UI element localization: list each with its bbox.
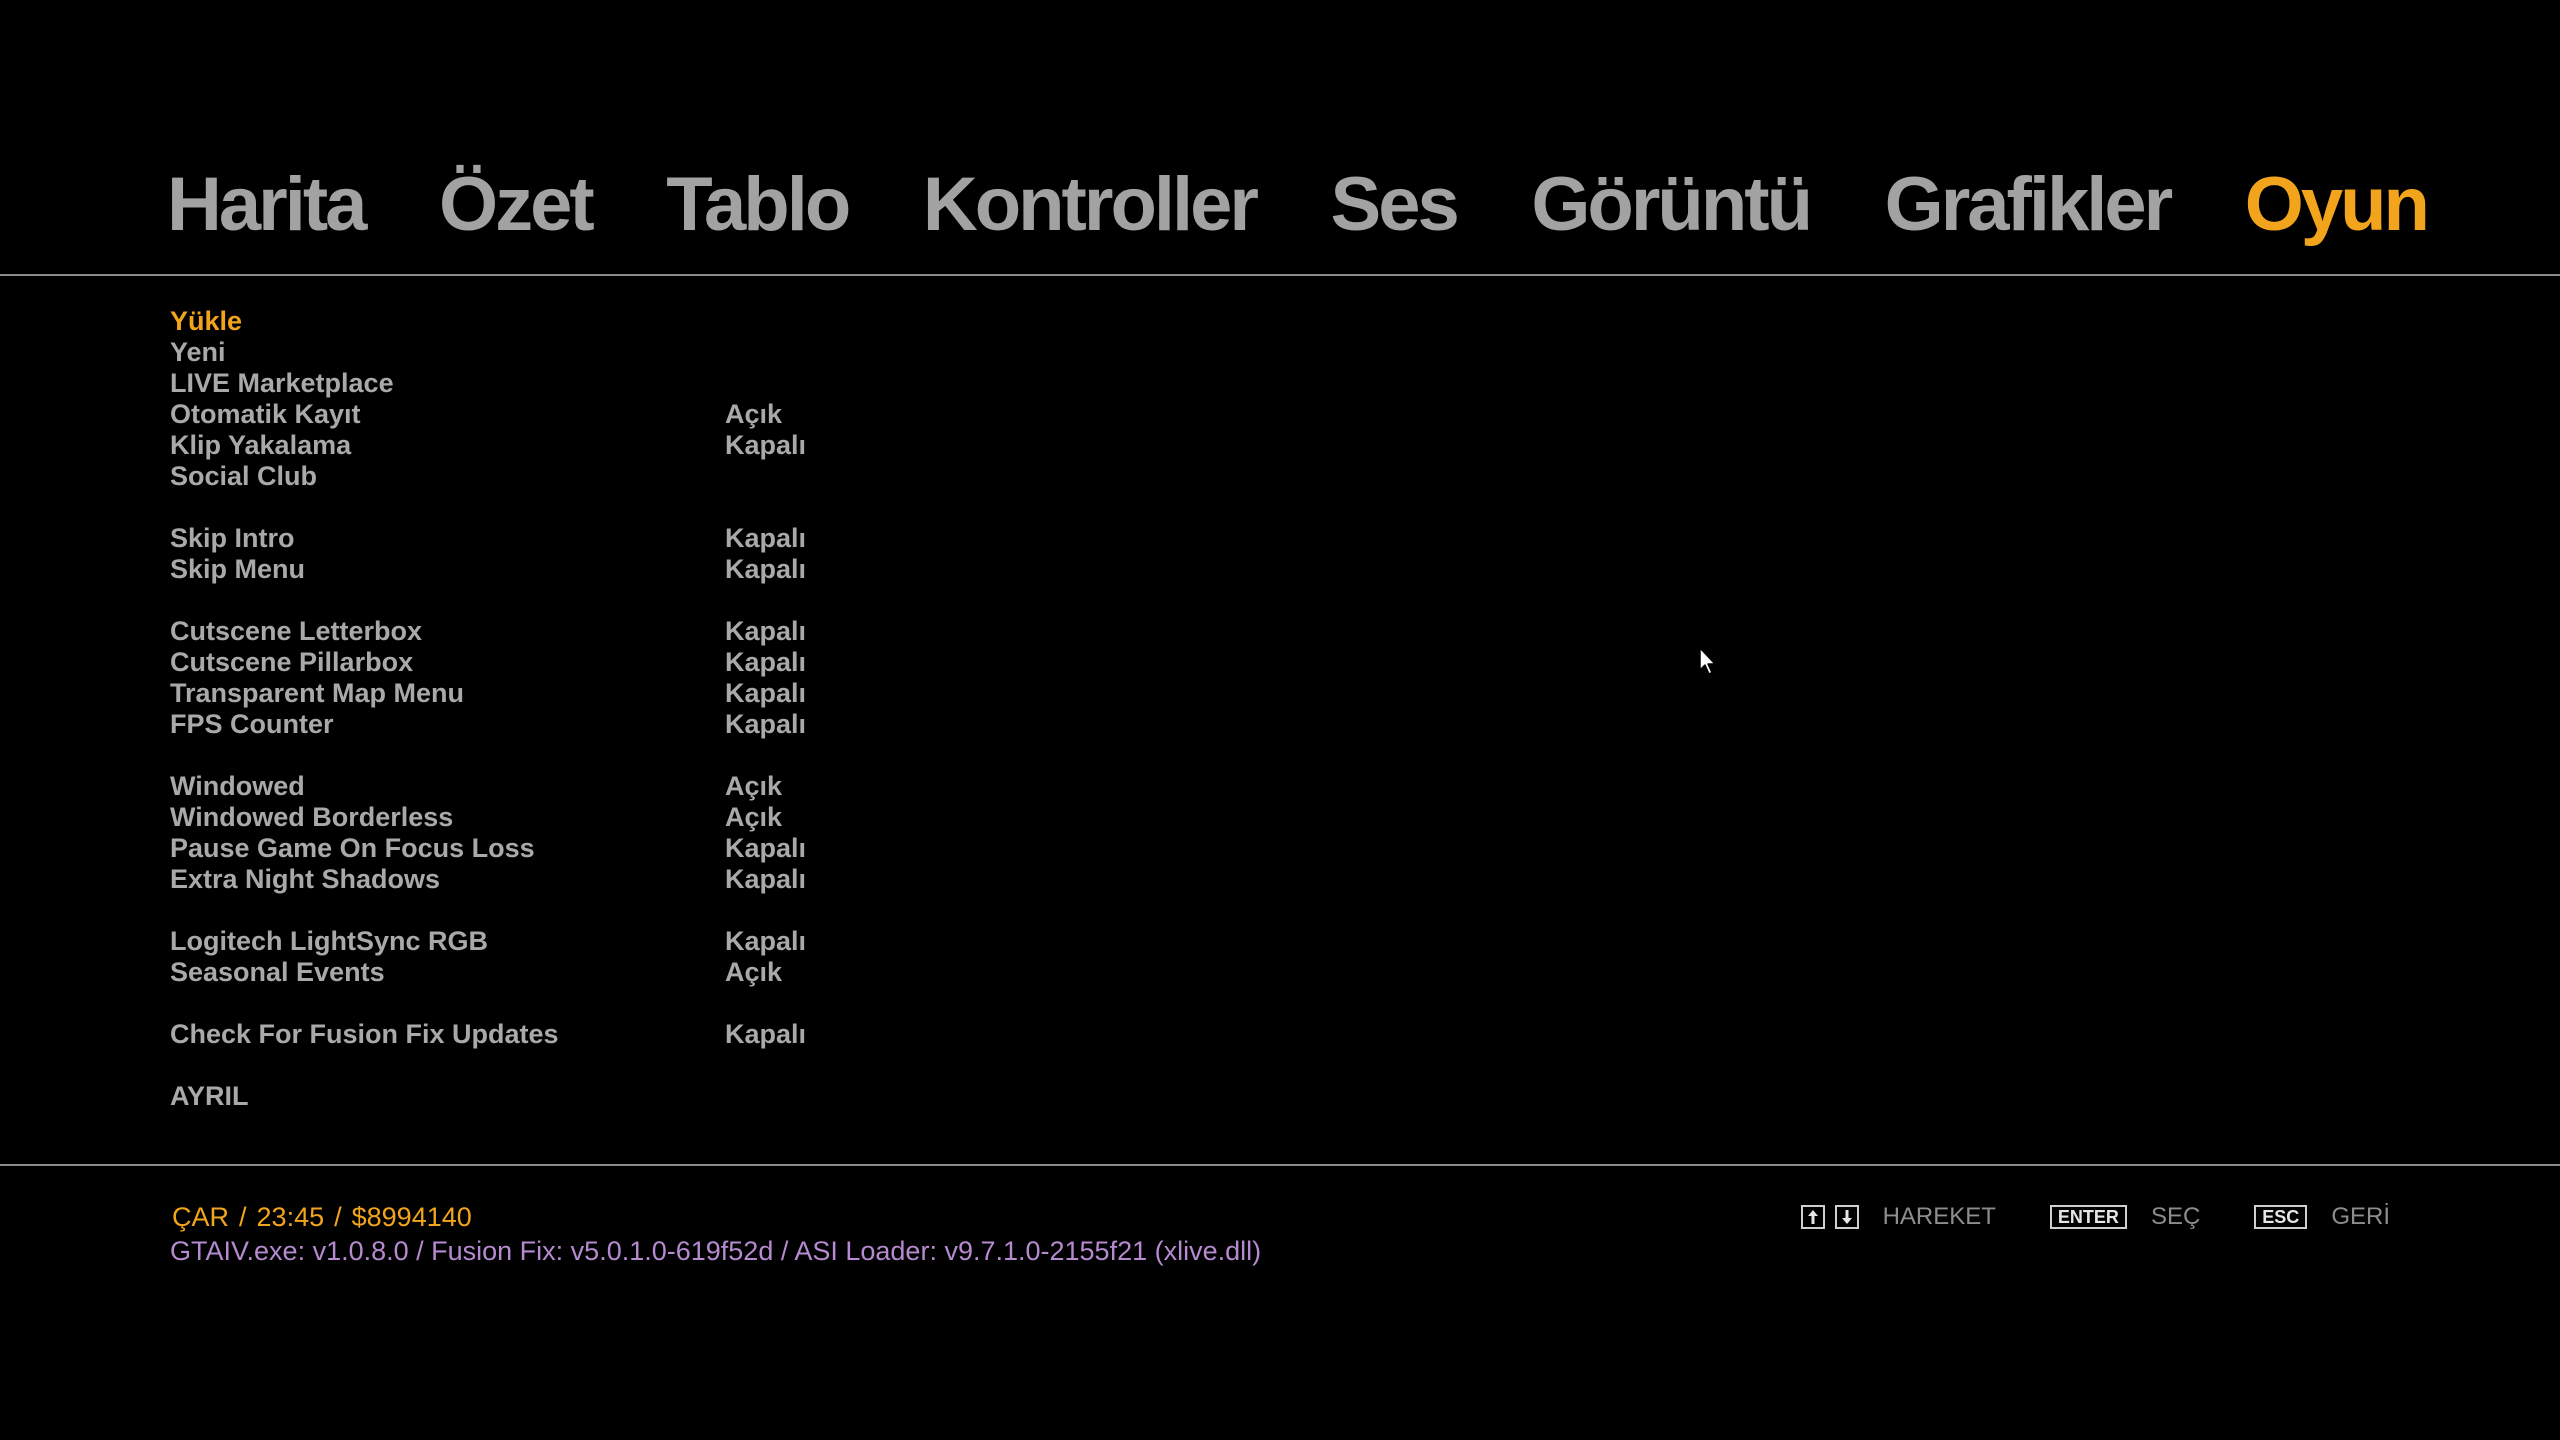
status-separator: / bbox=[334, 1202, 342, 1232]
menu-item-label: Skip Menu bbox=[170, 554, 306, 584]
arrow-up-key-icon bbox=[1800, 1205, 1825, 1229]
tab-audio[interactable]: Ses bbox=[1331, 160, 1460, 250]
control-hints: HAREKET ENTER SEÇ ESC GERİ bbox=[1800, 1200, 2390, 1234]
menu-item-label: Yükle bbox=[170, 306, 243, 336]
menu-item-label: Transparent Map Menu bbox=[170, 678, 465, 708]
status-money: $8994140 bbox=[351, 1202, 472, 1232]
menu-item-value: Kapalı bbox=[725, 554, 807, 584]
menu-item-logitech-rgb[interactable]: Logitech LightSync RGB Kapalı bbox=[170, 926, 870, 957]
menu-item-value: Kapalı bbox=[725, 926, 807, 956]
menu-item-new[interactable]: Yeni bbox=[170, 337, 870, 368]
menu-item-value: Kapalı bbox=[725, 864, 807, 894]
menu-item-value: Açık bbox=[725, 399, 783, 429]
menu-item-label: Check For Fusion Fix Updates bbox=[170, 1019, 559, 1049]
menu-item-marketplace[interactable]: LIVE Marketplace bbox=[170, 368, 870, 399]
menu-item-fusion-fix-updates[interactable]: Check For Fusion Fix Updates Kapalı bbox=[170, 1019, 870, 1050]
menu-item-value: Kapalı bbox=[725, 833, 807, 863]
menu-item-label: Klip Yakalama bbox=[170, 430, 352, 460]
menu-item-windowed-borderless[interactable]: Windowed Borderless Açık bbox=[170, 802, 870, 833]
esc-key: ESC bbox=[2254, 1205, 2308, 1229]
menu-item-value: Kapalı bbox=[725, 709, 807, 739]
menu-item-value: Kapalı bbox=[725, 678, 807, 708]
status-day: ÇAR bbox=[172, 1202, 230, 1232]
version-info: GTAIV.exe: v1.0.8.0 / Fusion Fix: v5.0.1… bbox=[170, 1236, 1262, 1266]
menu-item-windowed[interactable]: Windowed Açık bbox=[170, 771, 870, 802]
bottom-divider bbox=[0, 1164, 2560, 1166]
game-settings-menu: Yükle Yeni LIVE Marketplace Otomatik Kay… bbox=[170, 306, 870, 1112]
arrow-down-key-icon bbox=[1834, 1205, 1859, 1229]
menu-item-label: Windowed Borderless bbox=[170, 802, 454, 832]
menu-tabs: Harita Özet Tablo Kontroller Ses Görüntü… bbox=[167, 160, 2430, 250]
menu-item-label: Yeni bbox=[170, 337, 226, 367]
menu-item-value: Açık bbox=[725, 957, 783, 987]
menu-item-skip-intro[interactable]: Skip Intro Kapalı bbox=[170, 523, 870, 554]
menu-spacer bbox=[170, 492, 870, 523]
menu-item-cutscene-letterbox[interactable]: Cutscene Letterbox Kapalı bbox=[170, 616, 870, 647]
menu-item-label: Pause Game On Focus Loss bbox=[170, 833, 535, 863]
menu-item-skip-menu[interactable]: Skip Menu Kapalı bbox=[170, 554, 870, 585]
menu-item-label: Seasonal Events bbox=[170, 957, 385, 987]
menu-item-label: Skip Intro bbox=[170, 523, 295, 553]
hint-back-label: GERİ bbox=[2331, 1203, 2390, 1230]
menu-item-label: Extra Night Shadows bbox=[170, 864, 441, 894]
menu-spacer bbox=[170, 988, 870, 1019]
menu-spacer bbox=[170, 585, 870, 616]
menu-item-value: Kapalı bbox=[725, 523, 807, 553]
menu-item-label: Logitech LightSync RGB bbox=[170, 926, 489, 956]
tab-graphics[interactable]: Grafikler bbox=[1885, 160, 2174, 250]
menu-item-value: Kapalı bbox=[725, 616, 807, 646]
menu-item-seasonal-events[interactable]: Seasonal Events Açık bbox=[170, 957, 870, 988]
menu-item-autosave[interactable]: Otomatik Kayıt Açık bbox=[170, 399, 870, 430]
menu-item-extra-night-shadows[interactable]: Extra Night Shadows Kapalı bbox=[170, 864, 870, 895]
menu-item-label: FPS Counter bbox=[170, 709, 334, 739]
hint-move-label: HAREKET bbox=[1882, 1203, 1996, 1230]
mouse-cursor-icon bbox=[1699, 647, 1716, 675]
menu-item-label: Social Club bbox=[170, 461, 318, 491]
status-line: ÇAR / 23:45 / $8994140 bbox=[172, 1200, 472, 1234]
menu-item-social-club[interactable]: Social Club bbox=[170, 461, 870, 492]
menu-item-value: Açık bbox=[725, 771, 783, 801]
tab-controls[interactable]: Kontroller bbox=[923, 160, 1259, 250]
menu-spacer bbox=[170, 895, 870, 926]
menu-item-quit[interactable]: AYRIL bbox=[170, 1081, 870, 1112]
menu-item-fps-counter[interactable]: FPS Counter Kapalı bbox=[170, 709, 870, 740]
menu-item-label: Cutscene Letterbox bbox=[170, 616, 423, 646]
status-time: 23:45 bbox=[256, 1202, 325, 1232]
menu-item-cutscene-pillarbox[interactable]: Cutscene Pillarbox Kapalı bbox=[170, 647, 870, 678]
menu-item-pause-on-focus-loss[interactable]: Pause Game On Focus Loss Kapalı bbox=[170, 833, 870, 864]
menu-item-load[interactable]: Yükle bbox=[170, 306, 870, 337]
menu-item-transparent-map-menu[interactable]: Transparent Map Menu Kapalı bbox=[170, 678, 870, 709]
menu-item-value: Kapalı bbox=[725, 647, 807, 677]
menu-item-label: Cutscene Pillarbox bbox=[170, 647, 414, 677]
tab-stats[interactable]: Tablo bbox=[666, 160, 851, 250]
menu-item-label: LIVE Marketplace bbox=[170, 368, 394, 398]
enter-key: ENTER bbox=[2049, 1205, 2127, 1229]
menu-spacer bbox=[170, 1050, 870, 1081]
tab-map[interactable]: Harita bbox=[167, 160, 367, 250]
menu-item-label: Windowed bbox=[170, 771, 305, 801]
hint-select-label: SEÇ bbox=[2150, 1203, 2201, 1230]
top-divider bbox=[0, 274, 2560, 276]
menu-item-clip-capture[interactable]: Klip Yakalama Kapalı bbox=[170, 430, 870, 461]
menu-item-label: Otomatik Kayıt bbox=[170, 399, 361, 429]
menu-item-value: Kapalı bbox=[725, 1019, 807, 1049]
tab-summary[interactable]: Özet bbox=[439, 160, 595, 250]
menu-item-value: Kapalı bbox=[725, 430, 807, 460]
tab-display[interactable]: Görüntü bbox=[1531, 160, 1813, 250]
menu-spacer bbox=[170, 740, 870, 771]
status-separator: / bbox=[239, 1202, 247, 1232]
tab-game[interactable]: Oyun bbox=[2245, 160, 2430, 250]
menu-item-value: Açık bbox=[725, 802, 783, 832]
menu-item-label: AYRIL bbox=[170, 1081, 249, 1111]
